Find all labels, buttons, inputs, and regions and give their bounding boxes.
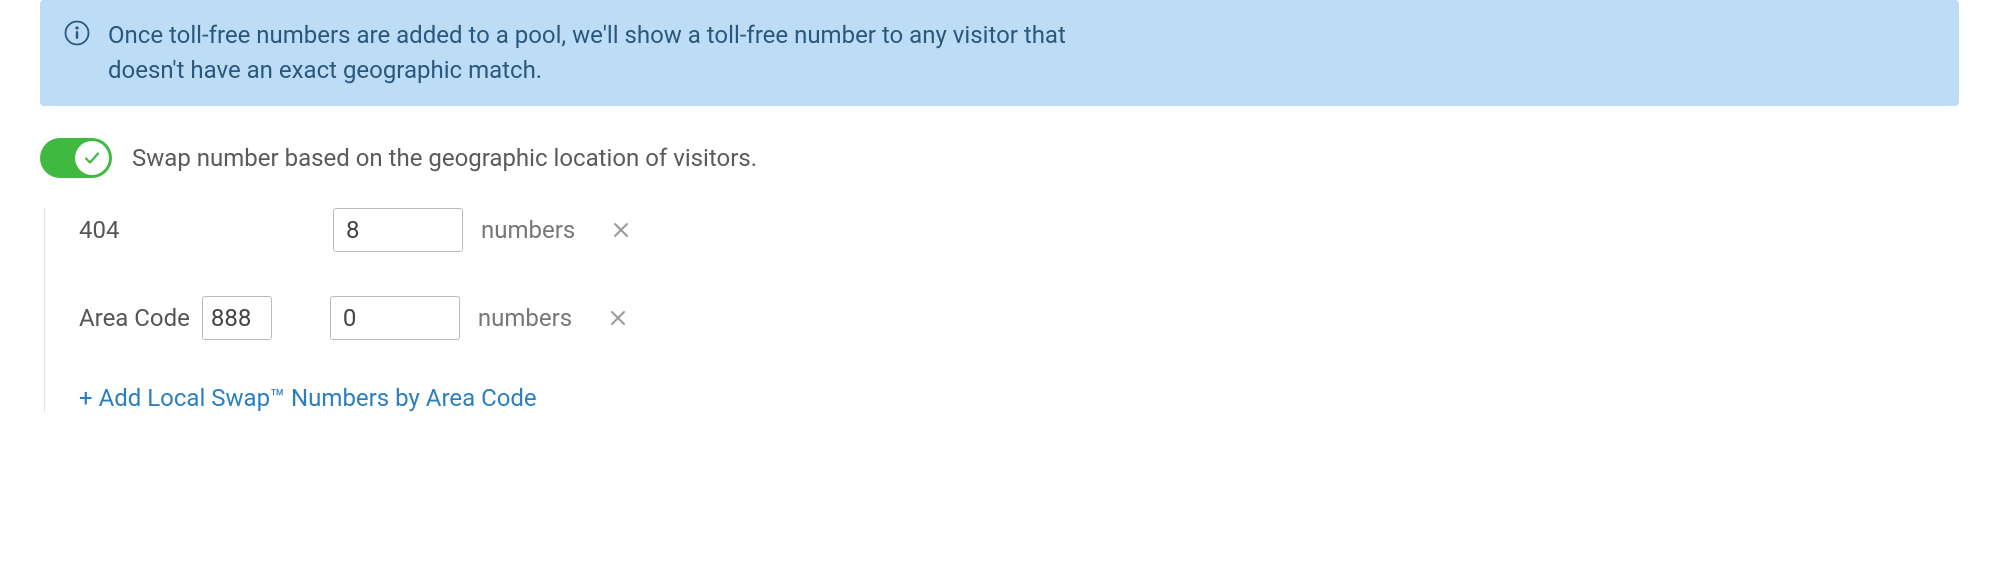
- area-code-input[interactable]: [202, 296, 272, 340]
- numbers-suffix-label: numbers: [478, 304, 572, 332]
- numbers-count-input[interactable]: [333, 208, 463, 252]
- area-code-prefix-label: Area Code: [79, 304, 190, 332]
- info-banner-text: Once toll-free numbers are added to a po…: [108, 18, 1148, 88]
- numbers-suffix-label: numbers: [481, 216, 575, 244]
- remove-row-button[interactable]: [602, 302, 634, 334]
- add-local-swap-link[interactable]: + Add Local Swap™ Numbers by Area Code: [79, 384, 537, 412]
- numbers-count-input[interactable]: [330, 296, 460, 340]
- info-banner: Once toll-free numbers are added to a po…: [40, 0, 1959, 106]
- close-icon: [611, 220, 631, 240]
- geo-swap-toggle[interactable]: [40, 138, 112, 178]
- toggle-knob: [75, 141, 109, 175]
- area-code-row: 404 numbers: [79, 208, 1959, 252]
- remove-row-button[interactable]: [605, 214, 637, 246]
- geo-swap-toggle-label: Swap number based on the geographic loca…: [132, 144, 757, 172]
- area-code-label: 404: [79, 216, 333, 244]
- info-icon: [64, 20, 90, 52]
- check-icon: [82, 148, 102, 168]
- geo-swap-toggle-row: Swap number based on the geographic loca…: [40, 138, 1959, 178]
- close-icon: [608, 308, 628, 328]
- area-code-rows: 404 numbers Area Code numbers: [44, 208, 1959, 412]
- area-code-row: Area Code numbers: [79, 296, 1959, 340]
